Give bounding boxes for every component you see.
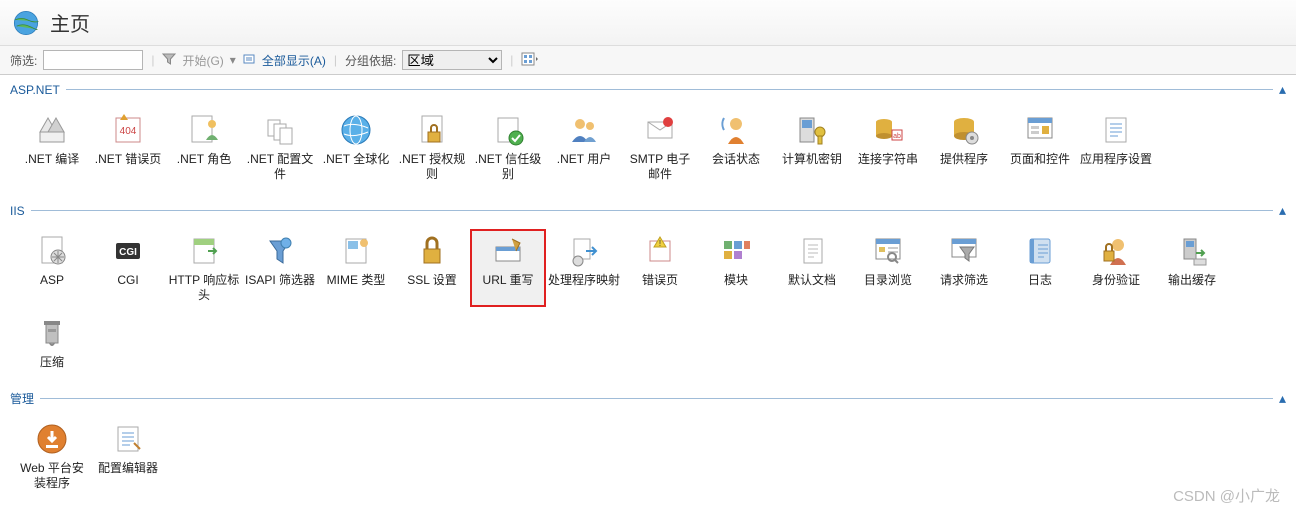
feature-error-pages[interactable]: !错误页 [622, 229, 698, 307]
svg-text:ab: ab [893, 133, 901, 140]
feature-net-authorization[interactable]: .NET 授权规则 [394, 108, 470, 186]
svg-text:404: 404 [120, 126, 137, 137]
group-title-management: 管理 [10, 390, 40, 407]
group-iis: IIS ▴ ASP CGICGI HTTP 响应标头 ISAPI 筛选器 MIM… [10, 202, 1286, 384]
management-items: Web 平台安装程序 配置编辑器 [10, 407, 1286, 505]
iis-items: ASP CGICGI HTTP 响应标头 ISAPI 筛选器 MIME 类型 S… [10, 219, 1286, 384]
feature-net-users[interactable]: .NET 用户 [546, 108, 622, 186]
feature-net-globalization[interactable]: .NET 全球化 [318, 108, 394, 186]
watermark: CSDN @小广龙 [1173, 485, 1280, 506]
feature-net-profile[interactable]: .NET 配置文件 [242, 108, 318, 186]
feature-net-trust[interactable]: .NET 信任级别 [470, 108, 546, 186]
feature-web-platform-installer[interactable]: Web 平台安装程序 [14, 417, 90, 495]
toolbar: 筛选: | 开始(G) ▾ 全部显示(A) | 分组依据: 区域 | [0, 46, 1296, 75]
feature-cgi[interactable]: CGICGI [90, 229, 166, 307]
funnel-icon [162, 52, 176, 69]
feature-configuration-editor[interactable]: 配置编辑器 [90, 417, 166, 495]
collapse-management-icon[interactable]: ▴ [1273, 390, 1286, 407]
feature-pages-controls[interactable]: 页面和控件 [1002, 108, 1078, 186]
feature-request-filtering[interactable]: 请求筛选 [926, 229, 1002, 307]
show-all-link[interactable]: 全部显示(A) [262, 52, 326, 69]
svg-text:CGI: CGI [119, 247, 137, 258]
site-globe-icon [12, 9, 40, 37]
feature-default-document[interactable]: 默认文档 [774, 229, 850, 307]
feature-url-rewrite[interactable]: URL 重写 [470, 229, 546, 307]
collapse-iis-icon[interactable]: ▴ [1273, 202, 1286, 219]
feature-connection-strings[interactable]: ab连接字符串 [850, 108, 926, 186]
filter-label: 筛选: [10, 52, 37, 69]
start-button[interactable]: 开始(G) [182, 52, 223, 69]
feature-session-state[interactable]: 会话状态 [698, 108, 774, 186]
feature-compression[interactable]: 压缩 [14, 311, 90, 374]
show-all-icon [242, 52, 256, 69]
feature-ssl-settings[interactable]: SSL 设置 [394, 229, 470, 307]
feature-net-compilation[interactable]: .NET 编译 [14, 108, 90, 186]
feature-app-settings[interactable]: 应用程序设置 [1078, 108, 1154, 186]
feature-isapi-filters[interactable]: ISAPI 筛选器 [242, 229, 318, 307]
aspnet-items: .NET 编译 404.NET 错误页 .NET 角色 .NET 配置文件 .N… [10, 98, 1286, 196]
feature-machine-key[interactable]: 计算机密钥 [774, 108, 850, 186]
feature-output-caching[interactable]: 输出缓存 [1154, 229, 1230, 307]
feature-smtp-email[interactable]: SMTP 电子邮件 [622, 108, 698, 186]
feature-authentication[interactable]: 身份验证 [1078, 229, 1154, 307]
collapse-aspnet-icon[interactable]: ▴ [1273, 81, 1286, 98]
feature-mime-types[interactable]: MIME 类型 [318, 229, 394, 307]
feature-http-response-headers[interactable]: HTTP 响应标头 [166, 229, 242, 307]
feature-directory-browsing[interactable]: 目录浏览 [850, 229, 926, 307]
groupby-label: 分组依据: [345, 52, 396, 69]
group-management: 管理 ▴ Web 平台安装程序 配置编辑器 [10, 390, 1286, 505]
content-area: ASP.NET ▴ .NET 编译 404.NET 错误页 .NET 角色 .N… [0, 81, 1296, 505]
feature-modules[interactable]: 模块 [698, 229, 774, 307]
filter-input[interactable] [43, 50, 143, 70]
page-title: 主页 [50, 8, 90, 37]
view-mode-button[interactable] [521, 52, 539, 69]
feature-net-roles[interactable]: .NET 角色 [166, 108, 242, 186]
feature-handler-mappings[interactable]: 处理程序映射 [546, 229, 622, 307]
feature-asp[interactable]: ASP [14, 229, 90, 307]
svg-text:!: ! [659, 239, 661, 248]
feature-providers[interactable]: 提供程序 [926, 108, 1002, 186]
page-header: 主页 [0, 0, 1296, 46]
group-title-aspnet: ASP.NET [10, 83, 66, 97]
feature-net-error-pages[interactable]: 404.NET 错误页 [90, 108, 166, 186]
group-aspnet: ASP.NET ▴ .NET 编译 404.NET 错误页 .NET 角色 .N… [10, 81, 1286, 196]
group-title-iis: IIS [10, 204, 31, 218]
groupby-select[interactable]: 区域 [402, 50, 502, 70]
feature-logging[interactable]: 日志 [1002, 229, 1078, 307]
